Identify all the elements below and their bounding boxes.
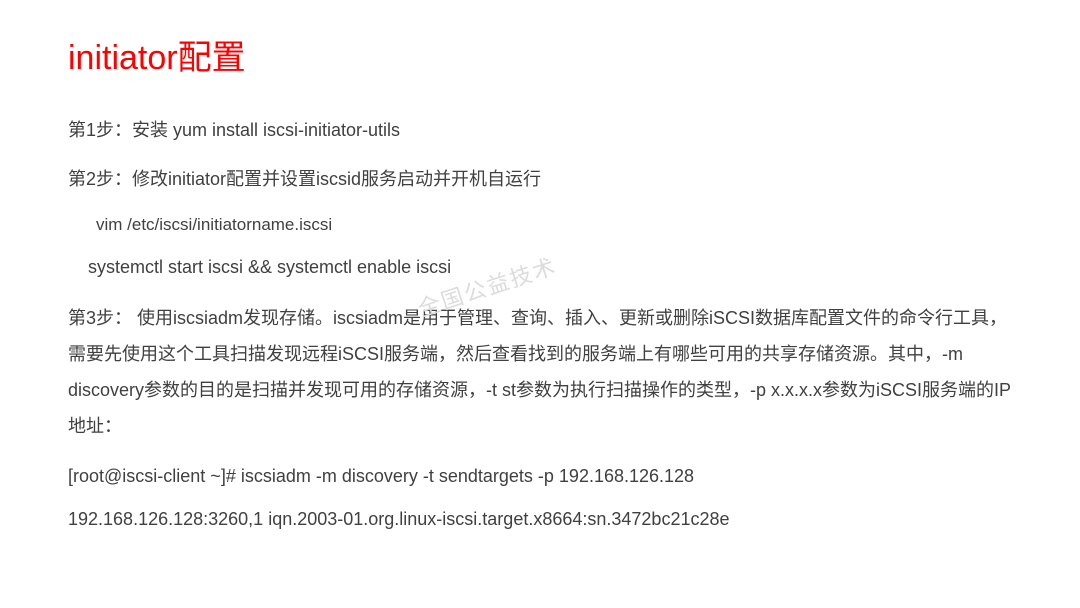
step-1: 第1步：安装 yum install iscsi-initiator-utils	[68, 117, 1012, 144]
discovery-output: 192.168.126.128:3260,1 iqn.2003-01.org.l…	[68, 509, 1012, 530]
step-2: 第2步：修改initiator配置并设置iscsid服务启动并开机自运行	[68, 166, 1012, 193]
systemctl-command: systemctl start iscsi && systemctl enabl…	[68, 257, 1012, 278]
page-title: initiator配置	[68, 30, 1012, 79]
discovery-command: [root@iscsi-client ~]# iscsiadm -m disco…	[68, 466, 1012, 487]
vim-command: vim /etc/iscsi/initiatorname.iscsi	[68, 215, 1012, 235]
step-3-paragraph: 第3步： 使用iscsiadm发现存储。iscsiadm是用于管理、查询、插入、…	[68, 300, 1012, 444]
